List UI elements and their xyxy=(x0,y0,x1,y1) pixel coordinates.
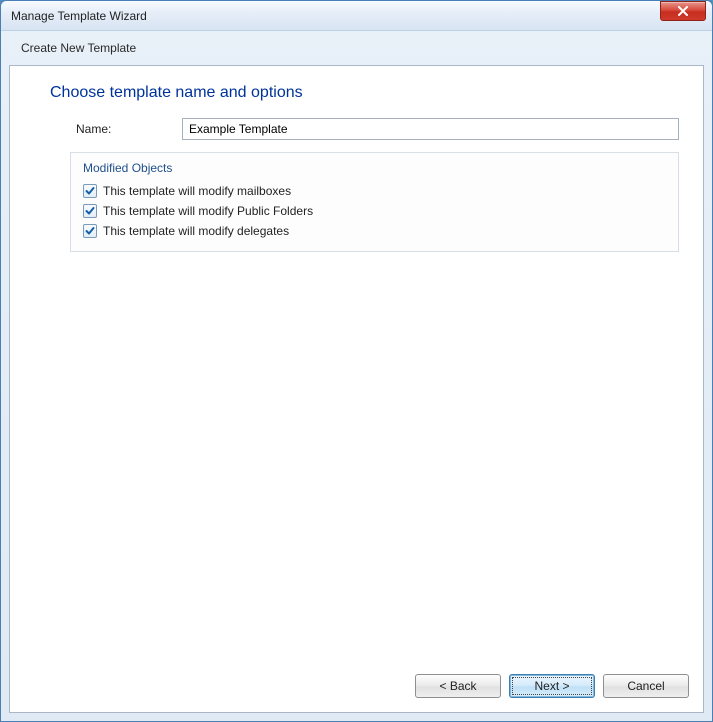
template-name-input[interactable] xyxy=(182,118,679,140)
group-legend: Modified Objects xyxy=(81,159,668,181)
back-button[interactable]: < Back xyxy=(415,674,501,698)
checkmark-icon xyxy=(85,226,95,236)
close-button[interactable] xyxy=(660,1,706,21)
name-row: Name: xyxy=(50,118,679,140)
check-row-public-folders: This template will modify Public Folders xyxy=(81,201,668,221)
content-inner: Choose template name and options Name: M… xyxy=(10,66,703,664)
wizard-subtitle: Create New Template xyxy=(1,31,712,65)
checkmark-icon xyxy=(85,206,95,216)
titlebar[interactable]: Manage Template Wizard xyxy=(1,1,712,31)
page-heading: Choose template name and options xyxy=(50,84,679,102)
window-title: Manage Template Wizard xyxy=(11,9,660,23)
checkbox-public-folders-label[interactable]: This template will modify Public Folders xyxy=(103,204,313,218)
name-label: Name: xyxy=(76,122,182,136)
checkbox-public-folders[interactable] xyxy=(83,204,97,218)
check-row-delegates: This template will modify delegates xyxy=(81,221,668,241)
close-icon xyxy=(677,6,689,16)
content-frame: Choose template name and options Name: M… xyxy=(9,65,704,713)
check-row-mailboxes: This template will modify mailboxes xyxy=(81,181,668,201)
next-button[interactable]: Next > xyxy=(509,674,595,698)
checkbox-mailboxes-label[interactable]: This template will modify mailboxes xyxy=(103,184,291,198)
checkmark-icon xyxy=(85,186,95,196)
checkbox-mailboxes[interactable] xyxy=(83,184,97,198)
modified-objects-group: Modified Objects This template will modi… xyxy=(70,152,679,252)
checkbox-delegates-label[interactable]: This template will modify delegates xyxy=(103,224,289,238)
checkbox-delegates[interactable] xyxy=(83,224,97,238)
wizard-window: Manage Template Wizard Create New Templa… xyxy=(0,0,713,722)
cancel-button[interactable]: Cancel xyxy=(603,674,689,698)
button-bar: < Back Next > Cancel xyxy=(10,664,703,712)
